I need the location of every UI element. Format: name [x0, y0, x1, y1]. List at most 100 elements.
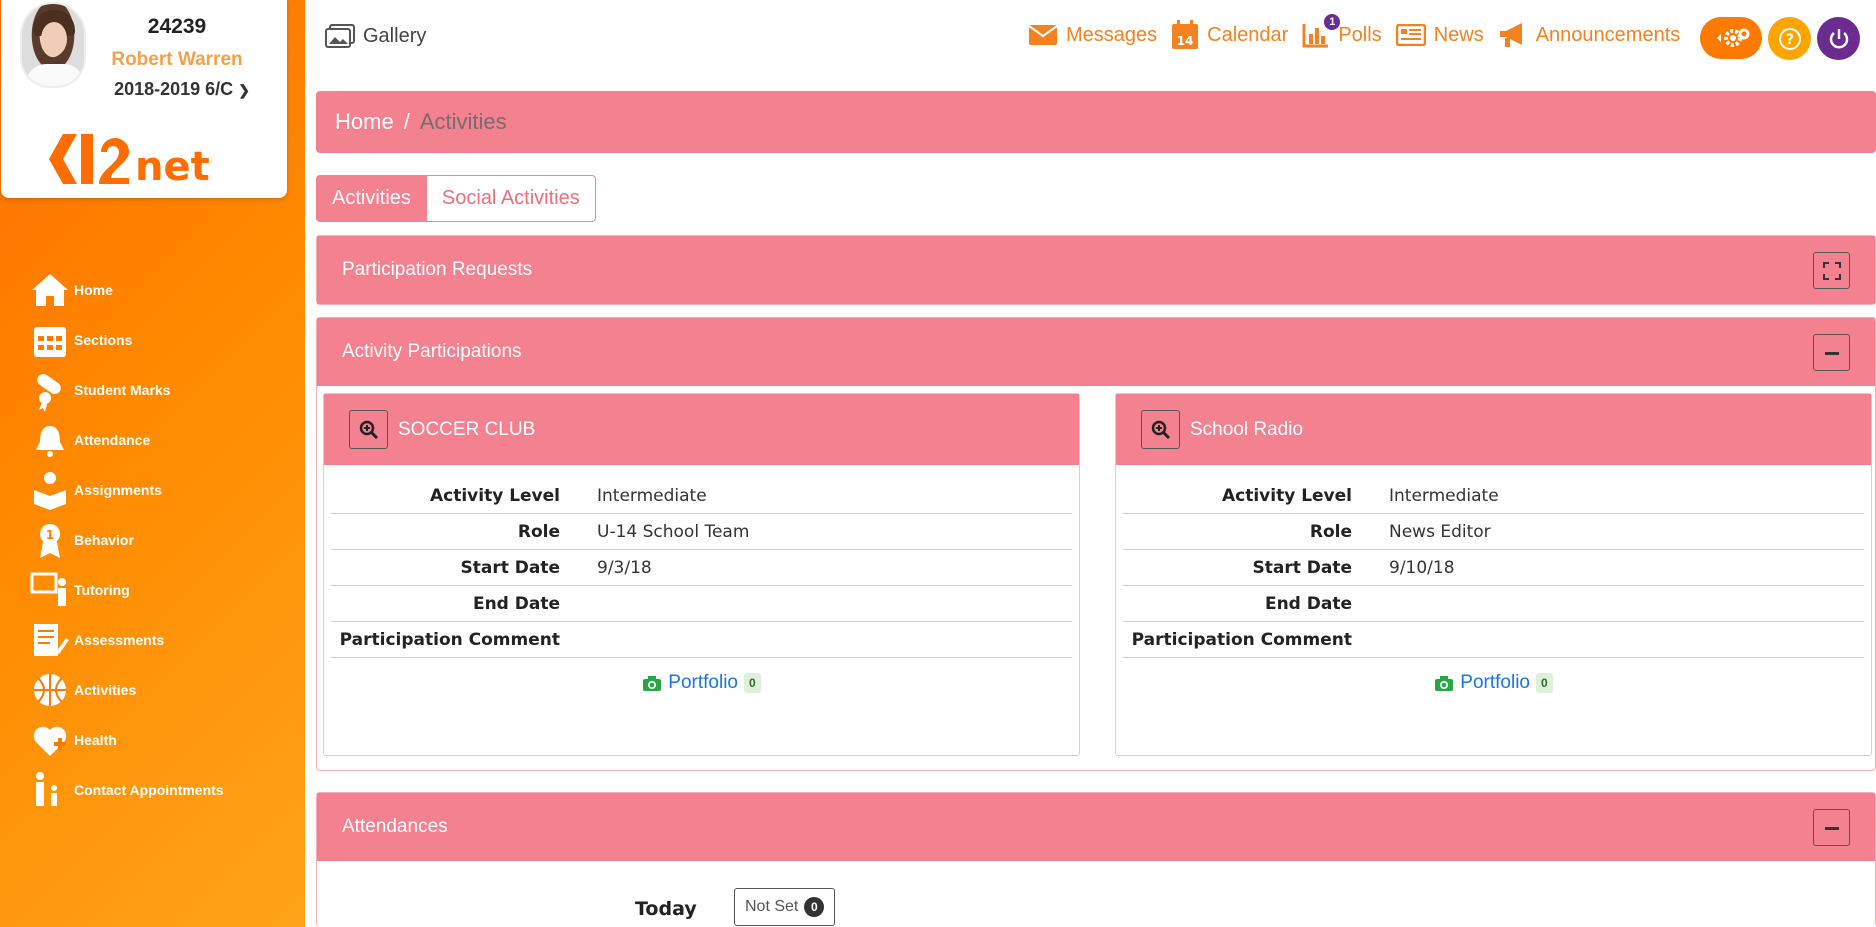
breadcrumb-separator: /	[403, 109, 410, 134]
calendar-grid-icon	[34, 327, 66, 357]
detail-row: Role U-14 School Team	[331, 514, 1072, 550]
sidebar-item-label: Home	[74, 282, 113, 298]
svg-text:?: ?	[1785, 32, 1793, 48]
polls-label: Polls	[1338, 23, 1382, 46]
sidebar-item-attendance[interactable]: Attendance	[28, 418, 150, 462]
row-value: Intermediate	[1389, 485, 1499, 506]
detail-row: Start Date 9/10/18	[1123, 550, 1864, 586]
row-label: Role	[517, 521, 560, 542]
student-id: 24239	[147, 15, 207, 38]
attendance-status-button[interactable]: Not Set 0	[734, 888, 836, 926]
zoom-in-icon	[359, 420, 378, 439]
sidebar-item-home[interactable]: Home	[28, 268, 113, 312]
sidebar-item-label: Health	[74, 732, 117, 748]
detail-row: End Date	[1123, 586, 1864, 622]
detail-row: End Date	[331, 586, 1072, 622]
expand-button[interactable]	[1813, 252, 1850, 289]
profile-card[interactable]: 24239 Robert Warren 2018-2019 6/C ❯ net	[1, 0, 287, 198]
row-value: News Editor	[1389, 521, 1491, 542]
calendar-link[interactable]: 14 Calendar	[1171, 20, 1288, 50]
minus-icon	[1824, 826, 1839, 830]
chevron-down-icon: ❯	[238, 82, 250, 98]
expand-icon	[1822, 261, 1841, 280]
sidebar-item-label: Assessments	[74, 632, 165, 648]
sidebar-item-label: Contact Appointments	[74, 782, 224, 798]
row-label: Role	[1309, 521, 1352, 542]
sidebar-item-student-marks[interactable]: Student Marks	[28, 368, 170, 412]
logout-button[interactable]	[1817, 17, 1860, 60]
collapse-button[interactable]	[1813, 334, 1850, 371]
polls-link[interactable]: 1 Polls	[1302, 14, 1382, 48]
power-icon	[1829, 28, 1848, 48]
messages-label: Messages	[1066, 23, 1158, 46]
row-label: Participation Comment	[339, 629, 560, 650]
tab-activities[interactable]: Activities	[316, 175, 427, 222]
detail-row: Participation Comment	[1123, 622, 1864, 658]
breadcrumb: Home / Activities	[316, 91, 1876, 153]
zoom-button[interactable]	[1141, 410, 1180, 449]
messages-link[interactable]: Messages	[1028, 24, 1157, 47]
sidebar-item-sections[interactable]: Sections	[28, 318, 132, 362]
sidebar-item-health[interactable]: Health	[28, 718, 117, 762]
sidebar-item-label: Student Marks	[74, 382, 171, 398]
card-title: SOCCER CLUB	[398, 418, 536, 440]
sidebar-item-activities[interactable]: Activities	[28, 668, 136, 712]
panel-title: Participation Requests	[342, 259, 533, 280]
attendance-today-label: Today	[635, 898, 697, 920]
minus-icon	[1824, 351, 1839, 355]
sidebar-item-assessments[interactable]: Assessments	[28, 618, 164, 662]
sidebar-item-label: Attendance	[74, 432, 151, 448]
gallery-link[interactable]: Gallery	[325, 24, 426, 48]
megaphone-icon	[1499, 23, 1522, 47]
portfolio-link[interactable]: Portfolio 0	[324, 672, 1079, 694]
panel-title: Attendances	[342, 816, 448, 837]
panel-header: Attendances	[317, 793, 1875, 861]
detail-rows: Activity Level Intermediate Role News Edit…	[1123, 478, 1864, 658]
sidebar-item-assignments[interactable]: Assignments	[28, 468, 162, 512]
help-button[interactable]: ?	[1768, 17, 1811, 60]
calendar-label: Calendar	[1207, 23, 1289, 46]
collapse-button[interactable]	[1813, 809, 1850, 846]
sidebar-item-behavior[interactable]: 1 Behavior	[28, 518, 134, 562]
avatar	[20, 2, 86, 88]
sidebar-item-contact-appointments[interactable]: Contact Appointments	[28, 768, 224, 812]
tab-social-activities[interactable]: Social Activities	[426, 175, 596, 222]
row-value: 9/10/18	[1389, 557, 1455, 578]
row-label: End Date	[1264, 593, 1352, 614]
svg-text:1: 1	[46, 528, 54, 542]
sidebar-item-label: Activities	[74, 682, 137, 698]
portfolio-link[interactable]: Portfolio 0	[1116, 672, 1871, 694]
document-pen-icon	[34, 624, 69, 656]
heart-plus-icon	[33, 726, 67, 756]
activity-card: SOCCER CLUB Activity Level Intermediate R…	[323, 393, 1080, 756]
panel-header: Participation Requests	[317, 236, 1875, 304]
calendar-icon: 14	[1172, 20, 1199, 49]
camera-icon	[643, 675, 662, 691]
k12net-logo: net	[37, 130, 249, 190]
news-link[interactable]: News	[1395, 24, 1484, 47]
top-nav: Messages 14 Calendar 1 Polls News Announ…	[1028, 14, 1694, 50]
sidebar-item-tutoring[interactable]: Tutoring	[28, 568, 130, 612]
breadcrumb-home[interactable]: Home	[335, 109, 394, 135]
breadcrumb-current: Activities	[419, 109, 507, 134]
card-header: School Radio	[1116, 394, 1871, 465]
card-title: School Radio	[1190, 418, 1304, 440]
basketball-icon	[34, 674, 66, 706]
year-selector[interactable]: 2018-2019 6/C ❯	[96, 79, 268, 100]
announcements-label: Announcements	[1535, 23, 1681, 46]
panel-header: Activity Participations	[317, 318, 1875, 386]
sidebar-item-label: Assignments	[74, 482, 162, 498]
detail-row: Participation Comment	[331, 622, 1072, 658]
row-label: Start Date	[460, 557, 560, 578]
camera-icon	[1435, 675, 1454, 691]
announcements-link[interactable]: Announcements	[1498, 22, 1681, 48]
sidebar: 24239 Robert Warren 2018-2019 6/C ❯ net …	[0, 0, 305, 927]
detail-row: Activity Level Intermediate	[331, 478, 1072, 514]
question-icon: ?	[1778, 27, 1801, 50]
settings-button[interactable]	[1700, 17, 1762, 59]
zoom-button[interactable]	[349, 410, 388, 449]
row-label: Activity Level	[1221, 485, 1352, 506]
detail-row: Activity Level Intermediate	[1123, 478, 1864, 514]
gallery-icon	[325, 24, 355, 48]
detail-rows: Activity Level Intermediate Role U-14 Scho…	[331, 478, 1072, 658]
